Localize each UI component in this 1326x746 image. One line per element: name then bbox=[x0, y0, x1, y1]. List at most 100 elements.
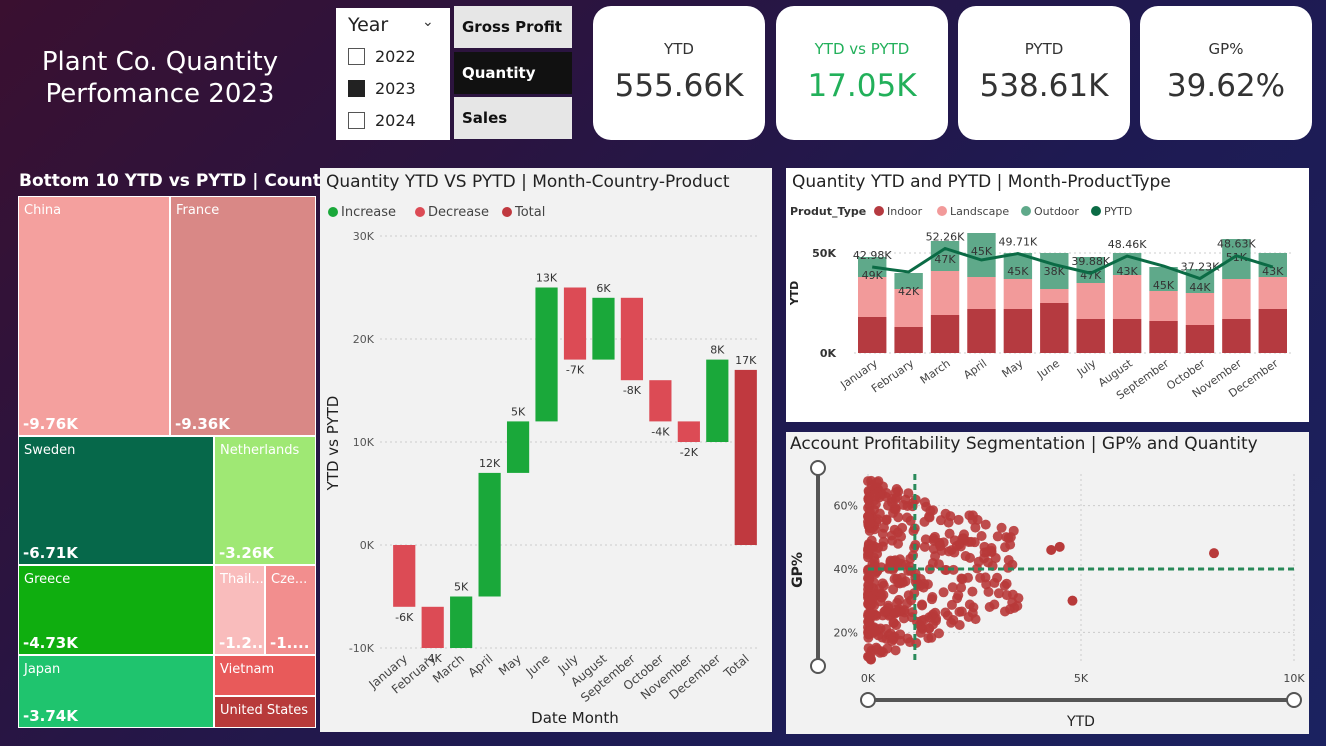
scatter-point bbox=[927, 558, 938, 569]
bar-segment-landscape bbox=[1040, 289, 1069, 303]
treemap-panel: Bottom 10 YTD vs PYTD | Country China -9.… bbox=[14, 168, 340, 730]
scatter-point bbox=[1000, 542, 1011, 553]
bar-segment-landscape bbox=[967, 277, 996, 309]
scatter-point bbox=[926, 632, 937, 643]
data-label: -8K bbox=[623, 384, 642, 397]
stacked-column-chart[interactable]: Produt_Type Indoor Landscape Outdoor PYTD 0K 5… bbox=[786, 168, 1309, 422]
x-tick-label: May bbox=[496, 652, 524, 679]
checkbox-checked[interactable] bbox=[348, 79, 365, 97]
x-tick-label: July bbox=[1074, 357, 1099, 380]
treemap-tile-value: -9.76K bbox=[23, 415, 78, 433]
line-data-label: 42.98K bbox=[853, 249, 892, 262]
scatter-point bbox=[890, 608, 901, 619]
treemap-tile-thail-[interactable]: Thail... -1.2... bbox=[214, 565, 265, 655]
x-slider-handle-right bbox=[1286, 692, 1302, 708]
data-label: 5K bbox=[454, 581, 469, 594]
legend-marker bbox=[502, 207, 512, 217]
treemap[interactable]: China -9.76K France -9.36K Sweden -6.71K Nethe… bbox=[18, 196, 316, 728]
scatter-point bbox=[958, 533, 969, 544]
bar-segment-indoor bbox=[930, 315, 960, 353]
treemap-tile-label: Japan bbox=[24, 662, 61, 677]
treemap-tile-value: -4.73K bbox=[23, 634, 78, 652]
y-tick-label: 10K bbox=[353, 436, 375, 449]
year-option-2024[interactable]: 2024 bbox=[348, 108, 416, 132]
year-option-2023[interactable]: 2023 bbox=[348, 76, 416, 100]
legend-label-landscape: Landscape bbox=[950, 205, 1009, 218]
checkbox[interactable] bbox=[348, 111, 365, 129]
legend-label-indoor: Indoor bbox=[887, 205, 923, 218]
waterfall-chart[interactable]: Increase Decrease Total -10K 0K 10K 20K 30K -6K J… bbox=[320, 168, 772, 732]
line-data-label: 49.71K bbox=[999, 236, 1038, 249]
treemap-tile-cze-[interactable]: Cze... -1.... bbox=[265, 565, 316, 655]
treemap-tile-china[interactable]: China -9.76K bbox=[18, 196, 170, 436]
quantity-button[interactable]: Quantity bbox=[454, 52, 572, 94]
scatter-point bbox=[873, 542, 884, 553]
scatter-point bbox=[1054, 541, 1065, 552]
scatter-point bbox=[866, 480, 877, 491]
y-tick-label: 40% bbox=[834, 563, 858, 576]
scatter-point bbox=[940, 508, 951, 519]
waterfall-bar bbox=[563, 287, 587, 360]
scatter-point bbox=[930, 615, 941, 626]
x-tick-label: April bbox=[961, 357, 989, 382]
bar-segment-landscape bbox=[1076, 283, 1105, 319]
scatter-point bbox=[903, 565, 914, 576]
treemap-tile-france[interactable]: France -9.36K bbox=[170, 196, 316, 436]
scatter-point bbox=[890, 645, 901, 656]
year-slicer[interactable]: Year ⌄ 2022 2023 2024 bbox=[336, 8, 450, 140]
scatter-point bbox=[963, 572, 974, 583]
bar-data-label: 45K bbox=[971, 245, 993, 258]
legend-marker bbox=[1021, 206, 1031, 216]
kpi-card-ytd: YTD 555.66K bbox=[593, 6, 765, 140]
bar-segment-landscape bbox=[1185, 293, 1215, 325]
chevron-down-icon[interactable]: ⌄ bbox=[422, 14, 434, 30]
scatter-point bbox=[893, 538, 904, 549]
scatter-point bbox=[979, 553, 990, 564]
legend-label-total: Total bbox=[514, 205, 545, 220]
scatter-point bbox=[940, 607, 951, 618]
y-tick-label: 0K bbox=[820, 347, 837, 360]
gross-profit-button[interactable]: Gross Profit bbox=[454, 6, 572, 48]
scatter-point bbox=[946, 599, 957, 610]
scatter-point bbox=[864, 652, 875, 663]
waterfall-bar bbox=[421, 606, 444, 648]
bar-data-label: 42K bbox=[898, 285, 920, 298]
scatter-point bbox=[1067, 595, 1078, 606]
bar-segment-landscape bbox=[1112, 275, 1142, 319]
scatter-point bbox=[975, 572, 986, 583]
scatter-point bbox=[1001, 532, 1012, 543]
waterfall-bar bbox=[677, 421, 700, 442]
treemap-tile-japan[interactable]: Japan -3.74K bbox=[18, 655, 214, 728]
scatter-point bbox=[992, 531, 1003, 542]
treemap-tile-netherlands[interactable]: Netherlands -3.26K bbox=[214, 436, 316, 565]
waterfall-bar bbox=[734, 369, 757, 545]
data-label: -7K bbox=[566, 364, 585, 377]
waterfall-bar bbox=[620, 297, 644, 381]
treemap-tile-vietnam[interactable]: Vietnam bbox=[214, 655, 316, 696]
scatter-chart[interactable]: 0K 5K 10K 20% 40% 60% YTD GP% bbox=[786, 432, 1309, 734]
y-tick-label: 30K bbox=[353, 230, 375, 243]
scatter-point bbox=[938, 587, 949, 598]
scatter-point bbox=[870, 626, 881, 637]
line-data-label: 37.23K bbox=[1181, 261, 1220, 274]
treemap-tile-sweden[interactable]: Sweden -6.71K bbox=[18, 436, 214, 565]
scatter-point bbox=[963, 612, 974, 623]
treemap-tile-greece[interactable]: Greece -4.73K bbox=[18, 565, 214, 655]
checkbox[interactable] bbox=[348, 47, 365, 65]
scatter-point bbox=[888, 617, 899, 628]
sales-button[interactable]: Sales bbox=[454, 97, 572, 139]
bar-segment-indoor bbox=[1040, 303, 1069, 353]
scatter-point bbox=[965, 552, 976, 563]
bar-segment-indoor bbox=[858, 317, 887, 353]
year-option-2022[interactable]: 2022 bbox=[348, 44, 416, 68]
waterfall-bar bbox=[535, 287, 558, 422]
bar-data-label: 45K bbox=[1153, 279, 1175, 292]
scatter-point bbox=[865, 518, 876, 529]
scatter-point bbox=[869, 562, 880, 573]
x-tick-label: 5K bbox=[1074, 672, 1089, 685]
treemap-tile-label: Vietnam bbox=[220, 662, 275, 677]
y-tick-label: 20K bbox=[353, 333, 375, 346]
bar-segment-landscape bbox=[858, 277, 887, 317]
scatter-point bbox=[917, 599, 928, 610]
treemap-tile-united-states[interactable]: United States bbox=[214, 696, 316, 728]
